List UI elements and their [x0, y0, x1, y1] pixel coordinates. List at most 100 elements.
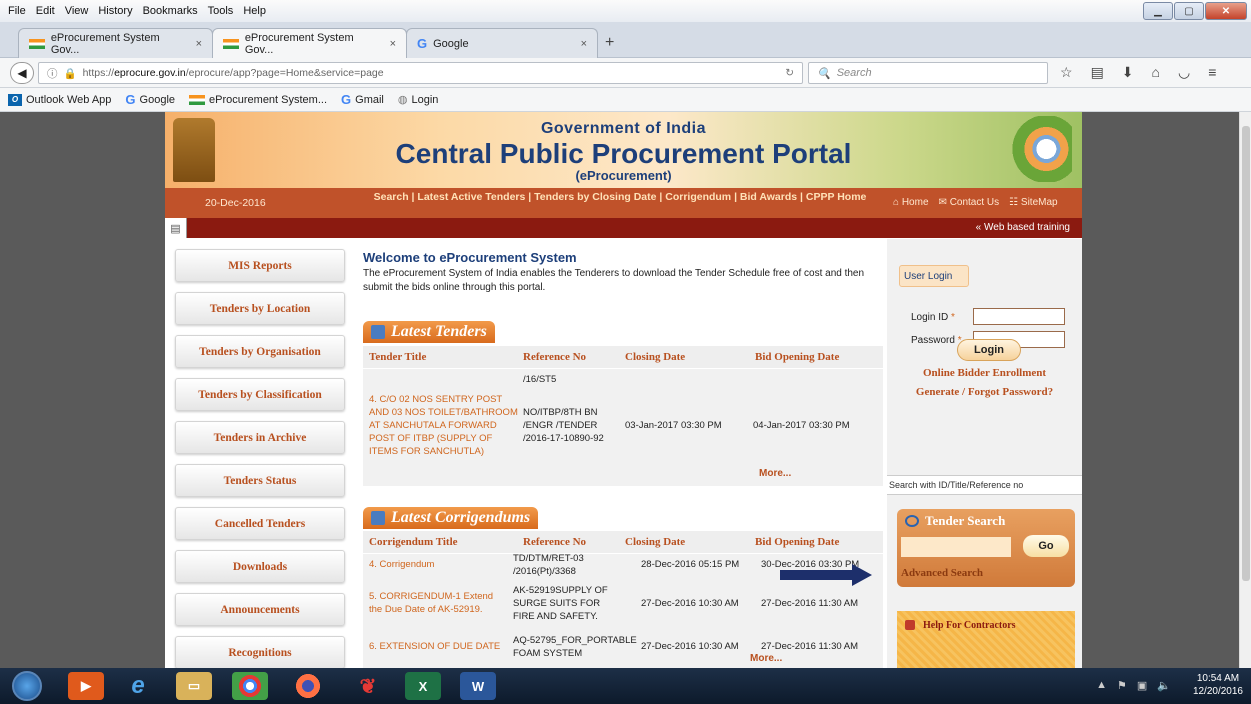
bookmark-label: Outlook Web App [26, 93, 112, 106]
login-id-input[interactable] [973, 308, 1065, 325]
tender-title-link[interactable]: 4. C/O 02 NOS SENTRY POST AND 03 NOS TOI… [369, 393, 521, 458]
tender-search-input[interactable] [901, 537, 1011, 557]
reading-list-icon[interactable]: ▤ [1091, 64, 1104, 81]
page-scrollbar[interactable] [1239, 112, 1251, 668]
menu-help[interactable]: Help [243, 5, 266, 17]
close-window-icon[interactable]: ✕ [1205, 2, 1247, 20]
annotation-arrow-icon [780, 564, 872, 586]
home-link[interactable]: ⌂ Home [893, 197, 929, 208]
bookmark-login[interactable]: ◍ Login [398, 93, 439, 107]
corrigendum-closing-date: 27-Dec-2016 10:30 AM [641, 598, 739, 609]
tab-eprocurement-1[interactable]: eProcurement System Gov... × [18, 28, 213, 58]
nav-tenders-in-archive[interactable]: Tenders in Archive [175, 421, 345, 454]
menu-tools[interactable]: Tools [208, 5, 234, 17]
go-button[interactable]: Go [1023, 535, 1069, 557]
scrollbar-thumb[interactable] [1242, 126, 1250, 581]
firefox-icon[interactable] [290, 672, 326, 700]
internet-explorer-icon[interactable]: e [120, 672, 156, 700]
menu-history[interactable]: History [98, 5, 132, 17]
login-button[interactable]: Login [957, 339, 1021, 361]
chrome-icon[interactable] [232, 672, 268, 700]
menu-icon[interactable]: ≡ [1208, 64, 1216, 81]
nav-cancelled-tenders[interactable]: Cancelled Tenders [175, 507, 345, 540]
menu-file[interactable]: File [8, 5, 26, 17]
back-icon[interactable]: ◀ [10, 62, 34, 84]
nav-mis-reports[interactable]: MIS Reports [175, 249, 345, 282]
close-tab-icon[interactable]: × [581, 38, 587, 50]
nav-tenders-by-classification[interactable]: Tenders by Classification [175, 378, 345, 411]
corrigendum-title-link[interactable]: 5. CORRIGENDUM-1 Extend the Due Date of … [369, 590, 504, 616]
nav-tenders-by-location[interactable]: Tenders by Location [175, 292, 345, 325]
person-icon [371, 511, 385, 525]
login-id-label: Login ID * [911, 312, 955, 323]
toolbar-icons: ☆ ▤ ⬇ ⌂ ◡ ≡ [1060, 64, 1216, 81]
person-icon [371, 325, 385, 339]
bookmarks-bar: O Outlook Web App G Google eProcurement Sy… [0, 88, 1251, 112]
start-button-icon[interactable] [12, 671, 42, 701]
info-icon[interactable]: ⓘ [47, 66, 58, 81]
bookmark-google[interactable]: G Google [125, 92, 175, 107]
mail-icon: ✉ [938, 197, 950, 208]
tab-bar: eProcurement System Gov... × eProcuremen… [0, 22, 1251, 58]
google-icon: G [125, 92, 136, 107]
page-icon[interactable]: ▤ [165, 218, 187, 238]
site-nav-links[interactable]: Search | Latest Active Tenders | Tenders… [365, 191, 875, 204]
contact-link[interactable]: ✉ Contact Us [939, 197, 1000, 208]
home-icon[interactable]: ⌂ [1152, 64, 1160, 81]
help-for-contractors[interactable]: Help For Contractors [897, 611, 1075, 668]
bookmark-eprocurement[interactable]: eProcurement System... [189, 94, 327, 106]
corrigendums-more-link[interactable]: More... [750, 653, 782, 664]
nav-tenders-status[interactable]: Tenders Status [175, 464, 345, 497]
menu-view[interactable]: View [65, 5, 89, 17]
clock[interactable]: 10:54 AM 12/20/2016 [1193, 672, 1243, 698]
forgot-password-link[interactable]: Generate / Forgot Password? [887, 386, 1082, 398]
web-training-link[interactable]: « Web based training [976, 222, 1070, 233]
tenders-more-link[interactable]: More... [759, 468, 791, 479]
new-tab-button[interactable]: + [605, 34, 614, 52]
search-icon: 🔍 [817, 67, 831, 80]
close-tab-icon[interactable]: × [390, 38, 396, 50]
nav-announcements[interactable]: Announcements [175, 593, 345, 626]
tray-up-arrow-icon[interactable]: ▲ [1096, 679, 1107, 692]
reload-icon[interactable]: ↻ [785, 67, 794, 79]
tab-eprocurement-2[interactable]: eProcurement System Gov... × [212, 28, 407, 58]
latest-tenders-heading: Latest Tenders [363, 321, 495, 343]
maximize-icon[interactable]: ▢ [1174, 2, 1204, 20]
lock-icon: 🔒 [63, 67, 77, 80]
nav-downloads[interactable]: Downloads [175, 550, 345, 583]
section-title: Latest Tenders [391, 323, 487, 340]
corrigendum-table-header: Corrigendum Title Reference No Closing D… [363, 531, 883, 553]
word-icon[interactable]: W [460, 672, 496, 700]
nav-tenders-by-organisation[interactable]: Tenders by Organisation [175, 335, 345, 368]
corrigendum-title-link[interactable]: 4. Corrigendum [369, 558, 434, 571]
close-tab-icon[interactable]: × [196, 38, 202, 50]
volume-icon[interactable]: 🔈 [1157, 679, 1171, 692]
sitemap-link[interactable]: ☷ SiteMap [1009, 197, 1057, 208]
media-player-icon[interactable]: ▶ [68, 672, 104, 700]
menu-bookmarks[interactable]: Bookmarks [143, 5, 198, 17]
corrigendum-title-link[interactable]: 6. EXTENSION OF DUE DATE [369, 640, 500, 653]
network-icon[interactable]: ▣ [1137, 679, 1147, 692]
advanced-search-link[interactable]: Advanced Search [901, 567, 983, 579]
tab-google[interactable]: G Google × [406, 28, 598, 58]
tender-closing-date: 03-Jan-2017 03:30 PM [625, 420, 722, 431]
minimize-icon[interactable]: ▁ [1143, 2, 1173, 20]
download-icon[interactable]: ⬇ [1122, 64, 1134, 81]
excel-icon[interactable]: X [405, 672, 441, 700]
file-explorer-icon[interactable]: ▭ [176, 672, 212, 700]
address-bar[interactable]: ⓘ 🔒 https://eprocure.gov.in/eprocure/app… [38, 62, 803, 84]
required-marker: * [951, 312, 955, 323]
bookmark-star-icon[interactable]: ☆ [1060, 64, 1073, 81]
pocket-icon[interactable]: ◡ [1178, 64, 1190, 81]
bookmark-outlook[interactable]: O Outlook Web App [8, 93, 112, 106]
bookmark-label: Google [139, 93, 176, 106]
flag-icon[interactable]: ⚑ [1117, 679, 1127, 692]
menu-edit[interactable]: Edit [36, 5, 55, 17]
bookmark-label: Gmail [355, 93, 384, 106]
online-enrollment-link[interactable]: Online Bidder Enrollment [887, 367, 1082, 379]
site-title: Central Public Procurement Portal [395, 138, 852, 169]
nav-recognitions[interactable]: Recognitions [175, 636, 345, 668]
search-input[interactable]: 🔍 Search [808, 62, 1048, 84]
bookmark-gmail[interactable]: G Gmail [341, 92, 384, 107]
app-icon[interactable]: ❦ [350, 672, 386, 700]
